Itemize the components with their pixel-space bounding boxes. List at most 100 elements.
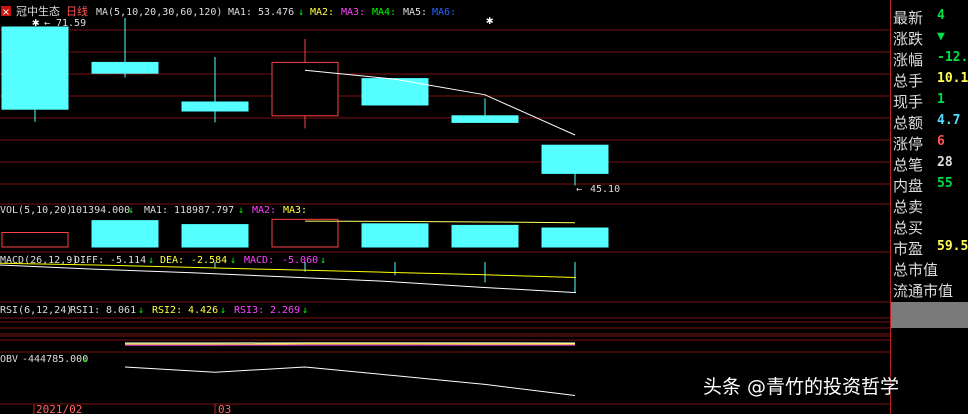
ma1-arrow: ↓ [298, 7, 304, 18]
side-row-5[interactable]: 现手 1 [891, 90, 968, 111]
side-row-label: 总笔 [893, 156, 924, 174]
side-row-4[interactable]: 总手 10.1 [891, 69, 968, 90]
side-row-value: 4 [937, 8, 945, 23]
side-row-label: 市盈 [893, 240, 924, 258]
date-label-03: 03 [218, 403, 231, 414]
candle-7 [541, 144, 609, 186]
vol-ma1-label: MA1: [144, 205, 168, 216]
candle-6 [451, 98, 519, 123]
date-label-2021-02: 2021/02 [36, 403, 82, 414]
side-row-value: 55 [937, 176, 953, 191]
side-row-label: 涨幅 [893, 51, 924, 69]
candle-body-3 [181, 101, 249, 112]
side-row-13[interactable]: 总市值 [891, 258, 968, 279]
rsi-panel[interactable]: RSI(6,12,24) RSI1: 8.061 ↓ RSI2: 4.426 ↓… [0, 305, 576, 346]
side-row-1[interactable]: 最新 4 [891, 6, 968, 27]
macd-macd-arrow: ↓ [320, 255, 326, 266]
ma1-value: 53.476 [258, 7, 294, 18]
close-x-glyph: × [2, 7, 10, 18]
volume-bar-4 [271, 218, 339, 248]
side-row-label: 内盘 [893, 177, 924, 195]
side-row-3[interactable]: 涨幅 -12.0 [891, 48, 968, 69]
rsi2-label: RSI2: [152, 305, 182, 316]
vol-arrow: ↓ [128, 205, 134, 216]
rsi2-arrow: ↓ [220, 305, 226, 316]
candle-body-1 [1, 26, 69, 110]
side-row-label: 总买 [893, 219, 924, 237]
candle-body-6 [451, 115, 519, 123]
side-row-10[interactable]: 总卖 [891, 195, 968, 216]
kline-chart-area[interactable]: × 冠中生态 日线 MA(5,10,20,30,60,120) MA1: 53.… [0, 0, 890, 414]
ma4-label: MA4: [372, 7, 396, 18]
ma1-line [304, 69, 576, 136]
macd-diff-arrow: ↓ [148, 255, 154, 266]
volume-bar-3 [181, 224, 249, 248]
period-label: 日线 [66, 4, 88, 18]
side-row-value: 59.5 [937, 239, 968, 254]
side-row-9[interactable]: 内盘 55 [891, 174, 968, 195]
side-row-label: 总手 [893, 72, 924, 90]
ma1-label: MA1: [228, 7, 252, 18]
volume-bars-layer [1, 218, 609, 248]
volume-bar-6 [451, 224, 519, 248]
marker-star: ✱ [486, 13, 493, 27]
side-row-label: 流通市值 [893, 282, 954, 300]
side-row-2[interactable]: 涨跌 ▼ [891, 27, 968, 48]
obv-panel[interactable]: OBV -444785.000 ↓ [0, 354, 576, 396]
side-row-label: 总卖 [893, 198, 924, 216]
side-row-value: 4.7 [937, 113, 961, 128]
low-price-label: 45.10 [590, 184, 620, 195]
side-row-label: 最新 [893, 9, 924, 27]
macd-diff-value: -5.114 [110, 255, 146, 266]
candle-1 [1, 26, 69, 122]
candle-body-5 [361, 78, 429, 106]
ma3-label: MA3: [341, 7, 365, 18]
volume-bar-1 [1, 232, 69, 248]
low-arrow: ← [576, 184, 582, 195]
ma6-label: MA6: [432, 7, 456, 18]
rsi1-label: RSI1: [70, 305, 100, 316]
rsi2-value: 4.426 [188, 305, 218, 316]
side-row-7[interactable]: 涨停 6 [891, 132, 968, 153]
candles-layer[interactable] [1, 18, 609, 186]
side-row-6[interactable]: 总额 4.7 [891, 111, 968, 132]
rsi1-value: 8.061 [106, 305, 136, 316]
candle-5 [361, 78, 429, 106]
watermark-text: 头条 @青竹的投资哲学 [703, 376, 900, 398]
side-row-value: -12.0 [937, 50, 968, 65]
quote-side-panel[interactable]: 最新 4 涨跌 ▼ 涨幅 -12.0 总手 10.1 现手 1 总额 4.7 涨停 6 总笔 28 内盘 55 总卖… [890, 0, 968, 414]
macd-panel[interactable]: MACD(26,12,9) DIFF: -5.114 ↓ DEA: -2.584… [0, 255, 577, 294]
macd-diff-line [0, 264, 577, 294]
candle-body-2 [91, 61, 159, 74]
rsi-params: RSI(6,12,24) [0, 305, 72, 316]
ma5-label: MA5: [403, 7, 427, 18]
rsi3-value: 2.269 [270, 305, 300, 316]
rsi3-arrow: ↓ [302, 305, 308, 316]
macd-dea-value: -2.584 [191, 255, 227, 266]
candle-2 [91, 18, 159, 78]
vol-ma1-value: 118987.797 [174, 205, 234, 216]
macd-dea-label: DEA: [160, 255, 184, 266]
obv-arrow: ↓ [82, 354, 88, 365]
side-row-label: 现手 [893, 93, 924, 111]
vol-ma-line [304, 220, 576, 224]
side-row-12[interactable]: 市盈 59.5 [891, 237, 968, 258]
main-panel[interactable]: × 冠中生态 日线 MA(5,10,20,30,60,120) MA1: 53.… [1, 4, 620, 195]
volume-bar-7 [541, 227, 609, 248]
ma2-label: MA2: [310, 7, 334, 18]
volume-panel[interactable]: VOL(5,10,20) 101394.000 ↓ MA1: 118987.79… [0, 205, 609, 248]
side-row-value: 1 [937, 92, 945, 107]
rsi1-arrow: ↓ [138, 305, 144, 316]
side-row-8[interactable]: 总笔 28 [891, 153, 968, 174]
vol-value: 101394.000 [70, 205, 130, 216]
vol-ma2-label: MA2: [252, 205, 276, 216]
macd-macd-value: -5.060 [282, 255, 318, 266]
side-row-label: 总额 [893, 114, 924, 132]
obv-value: -444785.000 [22, 354, 88, 365]
side-row-label: 涨停 [893, 135, 924, 153]
side-row-14[interactable]: 流通市值 [891, 279, 968, 300]
side-row-label: 涨跌 [893, 30, 924, 48]
side-row-11[interactable]: 总买 [891, 216, 968, 237]
side-panel-gray-block [891, 302, 968, 328]
candle-3 [181, 57, 249, 123]
